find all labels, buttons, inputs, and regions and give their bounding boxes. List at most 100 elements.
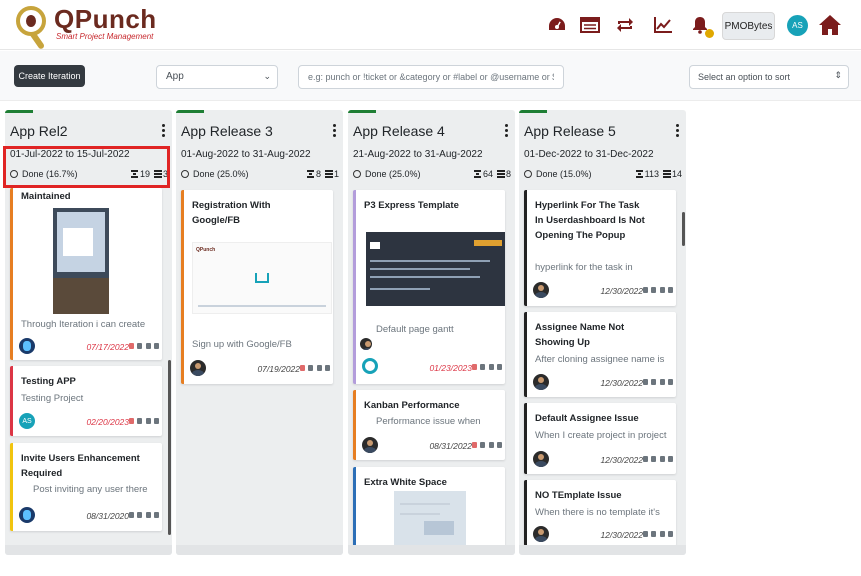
due-date: 12/30/2022: [600, 530, 643, 540]
copy-icon[interactable]: [145, 512, 151, 518]
table-icon[interactable]: [579, 14, 601, 36]
column-menu-icon[interactable]: [676, 124, 680, 139]
card-attachment-image[interactable]: [394, 491, 466, 547]
delete-icon[interactable]: [667, 531, 673, 537]
user-avatar[interactable]: AS: [787, 15, 808, 36]
iteration-column[interactable]: App Rel2 01-Jul-2022 to 15-Jul-2022 Done…: [5, 110, 172, 555]
qpunch-logo[interactable]: QPunch Smart Project Management: [12, 4, 172, 50]
card-attachment-image[interactable]: [53, 208, 109, 314]
task-card[interactable]: Invite Users Enhancement Required Post i…: [10, 443, 162, 531]
priority-icon[interactable]: [472, 364, 477, 370]
column-progress-bar: [176, 110, 204, 113]
assignee-avatar[interactable]: [19, 338, 35, 354]
priority-icon[interactable]: [129, 418, 134, 424]
archive-icon[interactable]: [651, 287, 657, 293]
calendar-icon[interactable]: [643, 456, 648, 462]
delete-icon[interactable]: [667, 287, 673, 293]
task-card[interactable]: Testing APP Testing Project AS 02/20/202…: [10, 366, 162, 436]
copy-icon[interactable]: [659, 456, 665, 462]
bell-icon[interactable]: [689, 14, 714, 38]
app-header: QPunch Smart Project Management PMOBytes…: [0, 0, 861, 50]
column-menu-icon[interactable]: [505, 124, 509, 139]
archive-icon[interactable]: [480, 364, 486, 370]
delete-icon[interactable]: [153, 343, 159, 349]
task-card[interactable]: Kanban Performance Performance issue whe…: [353, 390, 505, 460]
archive-icon[interactable]: [308, 365, 314, 371]
column-menu-icon[interactable]: [333, 124, 337, 139]
copy-icon[interactable]: [488, 364, 494, 370]
delete-icon[interactable]: [496, 364, 502, 370]
copy-icon[interactable]: [145, 418, 151, 424]
create-iteration-button[interactable]: Create Iteration: [14, 65, 85, 87]
due-date: 01/23/2023: [429, 363, 472, 373]
assignee-avatar[interactable]: [533, 526, 549, 542]
task-card[interactable]: P3 Express Template Default page gantt 0…: [353, 190, 505, 384]
assignee-avatar[interactable]: AS: [19, 413, 35, 429]
card-attachment-image[interactable]: [366, 232, 505, 306]
assignee-avatar[interactable]: [362, 437, 378, 453]
card-title: Default Assignee Issue: [535, 413, 639, 424]
copy-icon[interactable]: [659, 531, 665, 537]
home-icon[interactable]: [818, 14, 842, 36]
assignee-avatar[interactable]: [360, 338, 372, 350]
priority-icon[interactable]: [472, 442, 477, 448]
assignee-avatar[interactable]: [533, 451, 549, 467]
dashboard-icon[interactable]: [546, 14, 568, 36]
task-card[interactable]: NO TEmplate Issue When there is no templ…: [524, 480, 676, 546]
archive-icon[interactable]: [480, 442, 486, 448]
assignee-avatar[interactable]: [533, 374, 549, 390]
assignee-avatar[interactable]: [190, 360, 206, 376]
iteration-column[interactable]: App Release 5 01-Dec-2022 to 31-Dec-2022…: [519, 110, 686, 555]
calendar-icon[interactable]: [643, 287, 648, 293]
delete-icon[interactable]: [324, 365, 330, 371]
delete-icon[interactable]: [667, 379, 673, 385]
check-circle-icon: [10, 170, 18, 178]
copy-icon[interactable]: [488, 442, 494, 448]
priority-icon[interactable]: [129, 343, 134, 349]
delete-icon[interactable]: [496, 442, 502, 448]
task-card[interactable]: Extra White Space: [353, 467, 505, 547]
archive-icon[interactable]: [137, 343, 143, 349]
archive-icon[interactable]: [651, 379, 657, 385]
assignee-avatar[interactable]: [362, 358, 378, 374]
iteration-column[interactable]: App Release 4 21-Aug-2022 to 31-Aug-2022…: [348, 110, 515, 555]
task-card[interactable]: Assignee Name Not Showing Up After cloni…: [524, 312, 676, 397]
delete-icon[interactable]: [667, 456, 673, 462]
card-description: Sign up with Google/FB: [192, 339, 292, 350]
card-attachment-image[interactable]: QPunch: [192, 242, 332, 314]
copy-icon[interactable]: [145, 343, 151, 349]
chart-line-icon[interactable]: [652, 14, 674, 36]
task-card[interactable]: Default Assignee Issue When I create pro…: [524, 403, 676, 474]
copy-icon[interactable]: [659, 379, 665, 385]
priority-icon[interactable]: [300, 365, 305, 371]
task-card[interactable]: Registration With Google/FB QPunch Sign …: [181, 190, 333, 384]
search-input[interactable]: [298, 65, 564, 89]
check-circle-icon: [353, 170, 361, 178]
calendar-icon[interactable]: [129, 512, 134, 518]
column-scrollbar[interactable]: [168, 360, 171, 535]
column-dates: 01-Aug-2022 to 31-Aug-2022: [181, 149, 311, 160]
calendar-icon[interactable]: [643, 379, 648, 385]
project-select[interactable]: App ⌄: [156, 65, 278, 89]
task-card[interactable]: Hyperlink For The Task In Userdashboard …: [524, 190, 676, 306]
assignee-avatar[interactable]: [533, 282, 549, 298]
column-menu-icon[interactable]: [162, 124, 166, 139]
archive-icon[interactable]: [651, 456, 657, 462]
column-progress-bar: [519, 110, 547, 113]
user-menu-button[interactable]: PMOBytes: [722, 12, 775, 40]
assignee-avatar[interactable]: [19, 507, 35, 523]
iteration-column[interactable]: App Release 3 01-Aug-2022 to 31-Aug-2022…: [176, 110, 343, 555]
delete-icon[interactable]: [153, 512, 159, 518]
task-card[interactable]: Maintained Through Iteration i can creat…: [10, 188, 162, 360]
sync-icon[interactable]: [614, 14, 636, 36]
calendar-icon[interactable]: [643, 531, 648, 537]
archive-icon[interactable]: [651, 531, 657, 537]
copy-icon[interactable]: [316, 365, 322, 371]
delete-icon[interactable]: [153, 418, 159, 424]
archive-icon[interactable]: [137, 512, 143, 518]
due-date: 07/19/2022: [257, 364, 300, 374]
copy-icon[interactable]: [659, 287, 665, 293]
archive-icon[interactable]: [137, 418, 143, 424]
column-scrollbar[interactable]: [682, 212, 685, 246]
sort-select[interactable]: Select an option to sort ⇕: [689, 65, 849, 89]
